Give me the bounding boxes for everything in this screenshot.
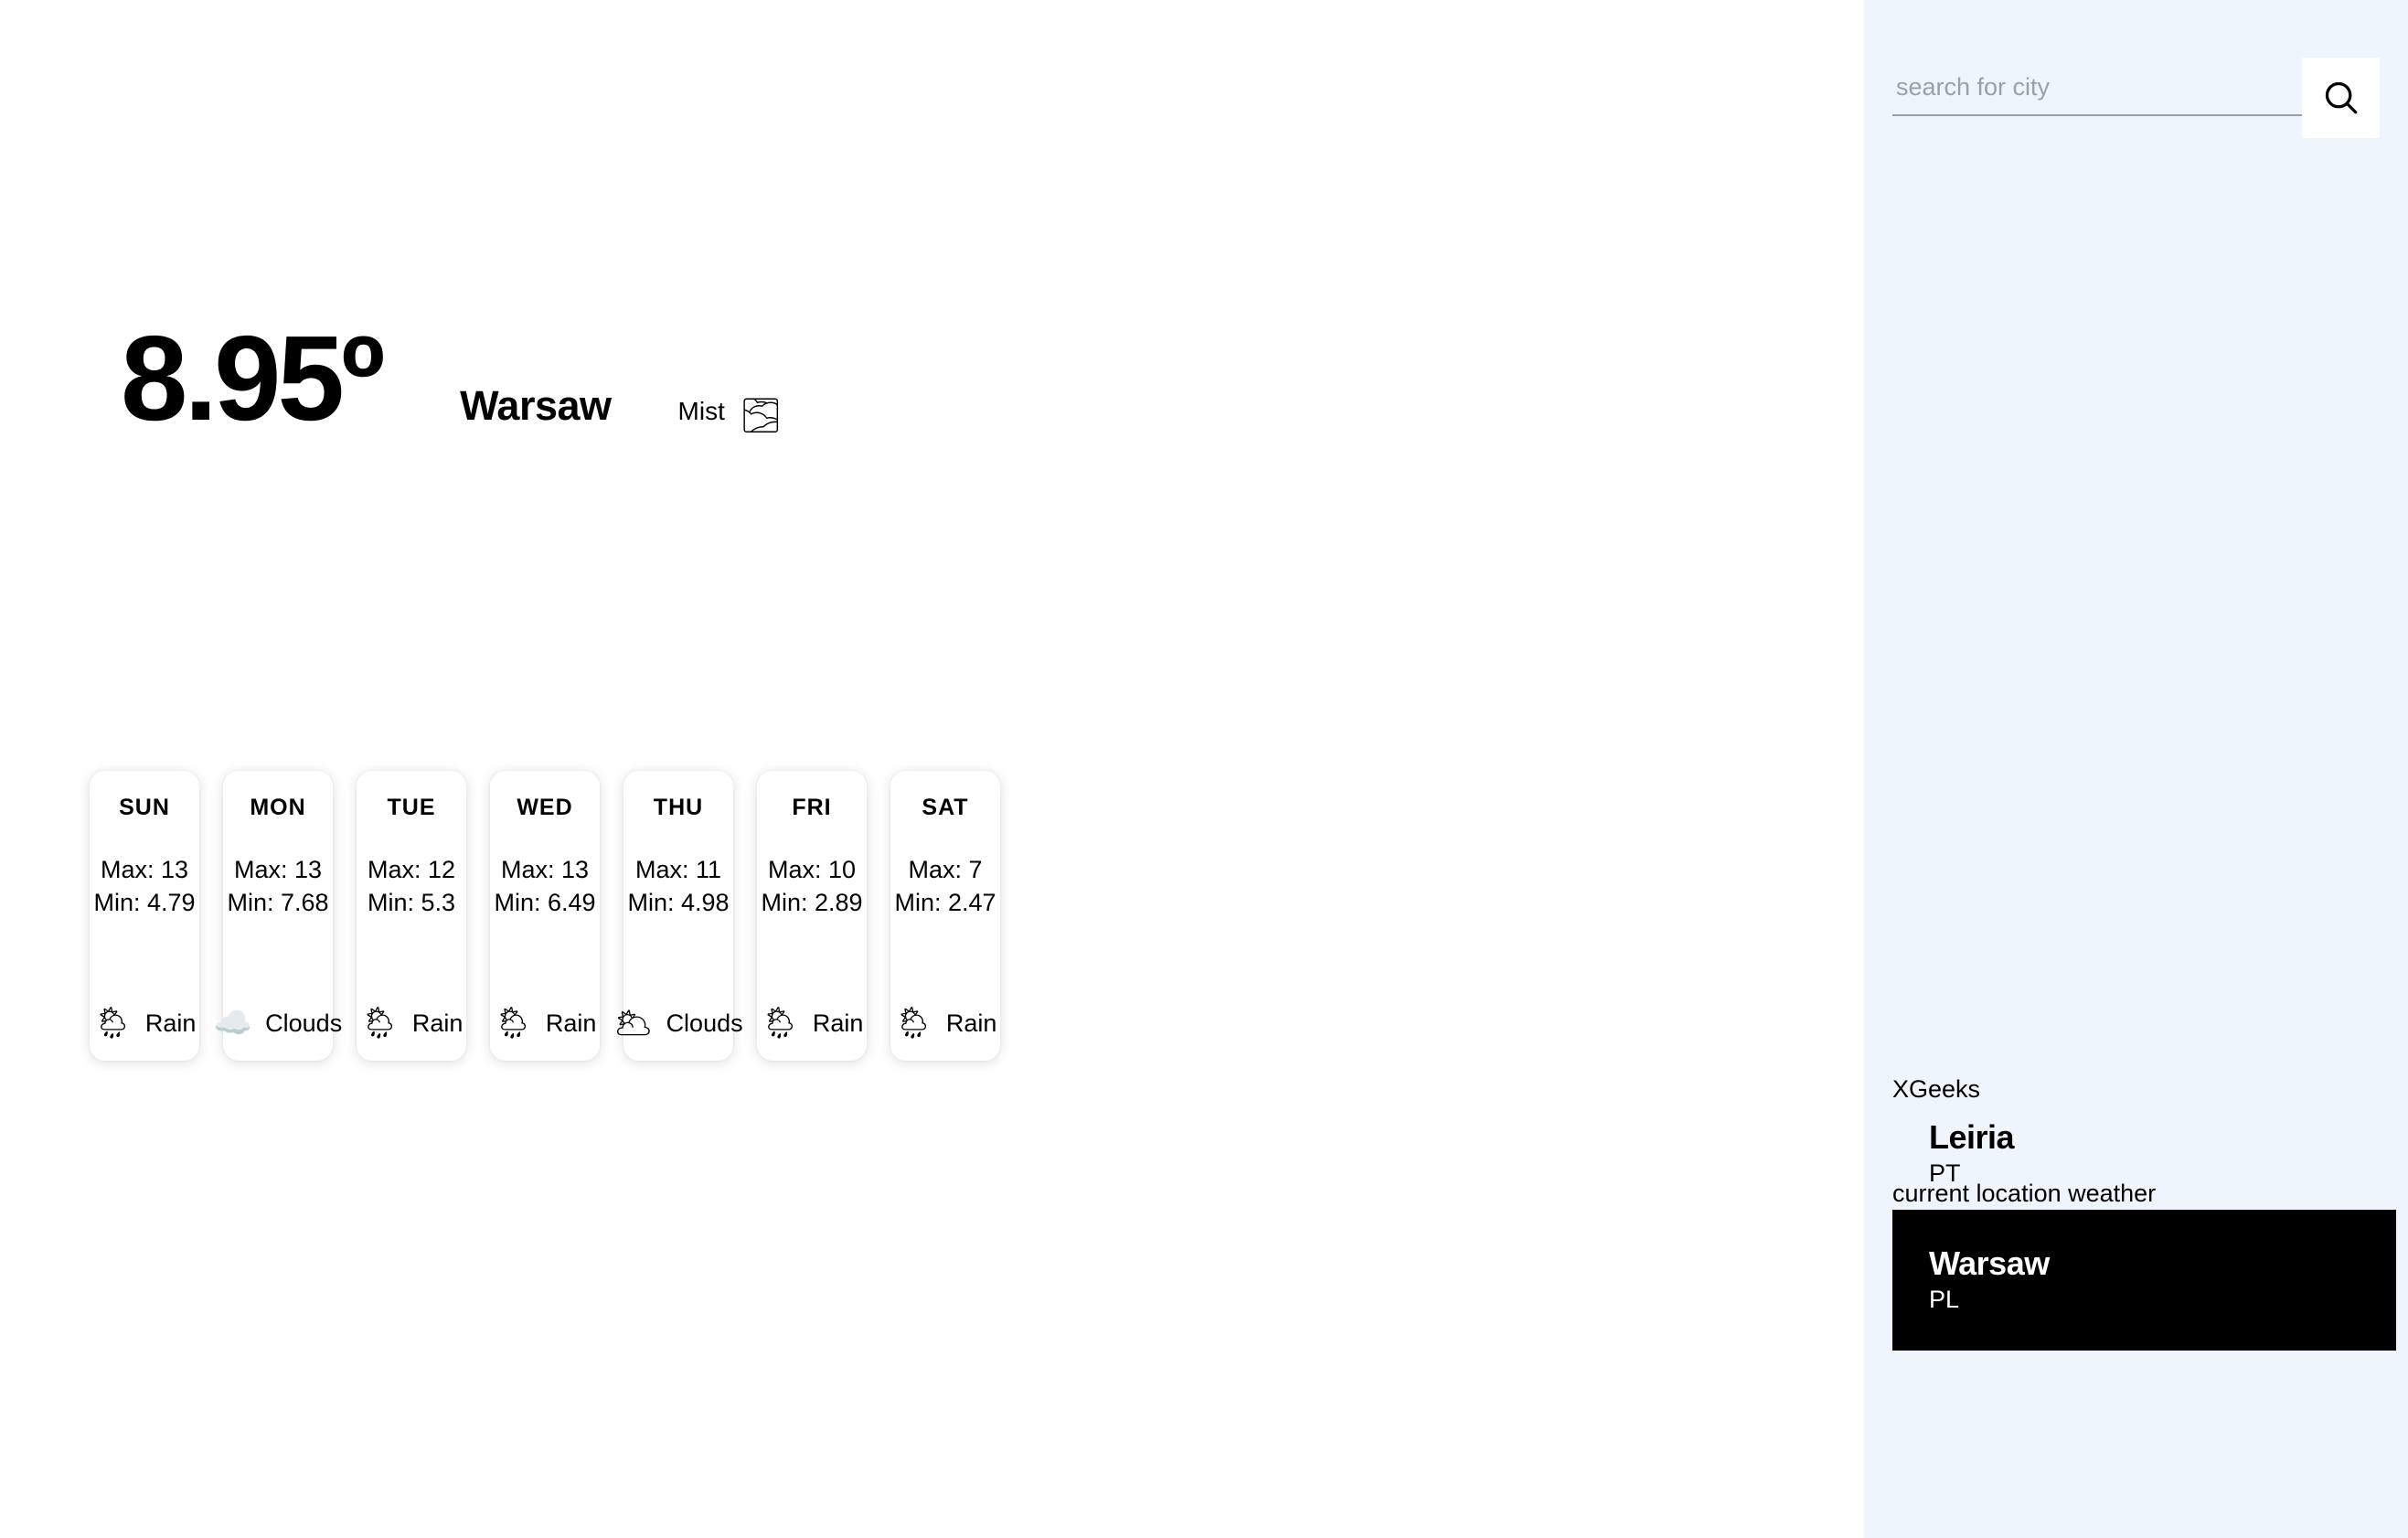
- forecast-day-condition-label: Rain: [411, 1009, 463, 1037]
- search-bar: [1892, 58, 2380, 138]
- forecast-day-condition: ☁️ Clouds: [214, 1008, 342, 1039]
- forecast-card-list: SUN Max: 13 Min: 4.79 🌦 Rain MON Max: 13…: [90, 771, 1000, 1061]
- forecast-day-temps: Max: 7 Min: 2.47: [894, 854, 996, 920]
- forecast-day-temps: Max: 12 Min: 5.3: [368, 854, 455, 920]
- forecast-day-condition: 🌥 Clouds: [613, 1008, 742, 1039]
- forecast-day-min: Min: 2.89: [761, 888, 863, 916]
- forecast-day-max: Max: 13: [500, 856, 590, 883]
- forecast-day-max: Max: 13: [100, 856, 189, 883]
- forecast-day-condition: 🌦 Rain: [360, 1008, 463, 1039]
- forecast-day-name: THU: [653, 795, 704, 820]
- forecast-day-card: MON Max: 13 Min: 7.68 ☁️ Clouds: [214, 771, 342, 1061]
- forecast-day-max: Max: 12: [367, 856, 456, 883]
- mist-icon: 🌫: [739, 396, 783, 434]
- forecast-day-name: MON: [250, 795, 306, 820]
- forecast-day-card: THU Max: 11 Min: 4.98 🌥 Clouds: [613, 771, 743, 1061]
- forecast-day-min: Min: 5.3: [367, 888, 456, 916]
- weather-app: 8.95º Warsaw Mist 🌫 SUN Max: 13 Min: 4.7…: [0, 0, 2408, 1538]
- current-condition-label: Mist: [677, 397, 725, 425]
- current-condition: Mist 🌫: [677, 395, 783, 433]
- forecast-day-name: SAT: [922, 795, 969, 820]
- forecast-day-min: Min: 7.68: [227, 888, 329, 916]
- city-name: Leiria: [1929, 1118, 2015, 1156]
- forecast-day-temps: Max: 11 Min: 4.98: [627, 854, 729, 920]
- rain-icon: 🌦: [893, 1006, 933, 1041]
- search-input[interactable]: [1892, 63, 2302, 116]
- current-temperature: 8.95º: [121, 311, 385, 445]
- main-panel: 8.95º Warsaw Mist 🌫 SUN Max: 13 Min: 4.7…: [0, 0, 1864, 1538]
- rain-icon: 🌦: [760, 1006, 800, 1041]
- search-icon: [2320, 77, 2362, 119]
- xgeeks-label: XGeeks: [1892, 1075, 1981, 1103]
- forecast-day-min: Min: 4.98: [627, 888, 730, 916]
- city-list-item-warsaw[interactable]: Warsaw PL: [1892, 1210, 2396, 1351]
- current-weather-summary: 8.95º Warsaw Mist 🌫: [121, 318, 783, 439]
- forecast-day-name: SUN: [119, 795, 170, 820]
- forecast-day-name: WED: [517, 795, 573, 820]
- forecast-day-temps: Max: 13 Min: 6.49: [494, 854, 595, 920]
- forecast-day-max: Max: 13: [233, 856, 323, 883]
- forecast-day-condition-label: Clouds: [666, 1009, 743, 1037]
- forecast-day-max: Max: 7: [908, 856, 983, 883]
- forecast-day-condition: 🌦 Rain: [93, 1008, 197, 1039]
- city-name: Warsaw: [1929, 1244, 2050, 1283]
- forecast-day-condition-label: Rain: [545, 1009, 597, 1037]
- city-country: PL: [1929, 1286, 1960, 1314]
- forecast-day-temps: Max: 10 Min: 2.89: [761, 854, 862, 920]
- forecast-day-card: TUE Max: 12 Min: 5.3 🌦 Rain: [357, 771, 466, 1061]
- forecast-day-card: SUN Max: 13 Min: 4.79 🌦 Rain: [90, 771, 199, 1061]
- rain-icon: 🌦: [493, 1006, 533, 1041]
- forecast-day-condition: 🌦 Rain: [894, 1008, 997, 1039]
- forecast-day-condition: 🌦 Rain: [761, 1008, 864, 1039]
- forecast-day-max: Max: 11: [634, 856, 722, 883]
- cloud-icon: 🌥: [613, 1006, 654, 1041]
- forecast-day-name: TUE: [387, 795, 436, 820]
- forecast-day-max: Max: 10: [767, 856, 857, 883]
- current-location-label: current location weather: [1892, 1180, 2157, 1207]
- search-button[interactable]: [2302, 58, 2380, 138]
- forecast-day-condition-label: Rain: [144, 1009, 197, 1037]
- sidebar: XGeeks Leiria PT current location weathe…: [1864, 0, 2408, 1538]
- forecast-day-min: Min: 6.49: [494, 888, 596, 916]
- forecast-day-name: FRI: [792, 795, 832, 820]
- current-city-name: Warsaw: [460, 382, 612, 429]
- forecast-day-card: WED Max: 13 Min: 6.49 🌦 Rain: [490, 771, 600, 1061]
- forecast-day-card: FRI Max: 10 Min: 2.89 🌦 Rain: [757, 771, 867, 1061]
- forecast-day-temps: Max: 13 Min: 4.79: [93, 854, 195, 920]
- forecast-day-condition-label: Rain: [812, 1009, 864, 1037]
- cloud-icon: ☁️: [213, 1006, 253, 1041]
- forecast-day-condition-label: Clouds: [265, 1009, 343, 1037]
- forecast-day-condition: 🌦 Rain: [494, 1008, 597, 1039]
- forecast-day-temps: Max: 13 Min: 7.68: [227, 854, 328, 920]
- forecast-day-condition-label: Rain: [945, 1009, 997, 1037]
- forecast-day-min: Min: 4.79: [93, 888, 196, 916]
- forecast-day-card: SAT Max: 7 Min: 2.47 🌦 Rain: [890, 771, 1000, 1061]
- rain-icon: 🌦: [359, 1006, 400, 1041]
- rain-icon: 🌦: [92, 1006, 133, 1041]
- forecast-day-min: Min: 2.47: [894, 888, 996, 916]
